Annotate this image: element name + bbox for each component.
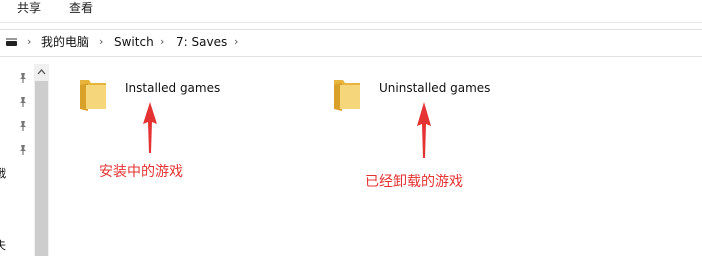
breadcrumb-separator[interactable]: › [27, 35, 31, 49]
breadcrumb-switch[interactable]: Switch [114, 34, 154, 50]
breadcrumb-separator[interactable]: › [160, 35, 164, 49]
pin-icon[interactable] [18, 72, 28, 84]
folder-name-uninstalled[interactable]: Uninstalled games [379, 80, 490, 96]
annotation-uninstalled: 已经卸载的游戏 [365, 174, 463, 190]
breadcrumb-my-computer[interactable]: 我的电脑 [41, 34, 89, 50]
arrow-up-icon [143, 102, 157, 153]
annotation-installing: 安装中的游戏 [99, 164, 183, 180]
folder-icon[interactable] [332, 77, 362, 111]
nav-item-fragment[interactable]: 夫 [0, 240, 6, 252]
arrow-up-icon [417, 102, 431, 158]
tab-share[interactable]: 共享 [17, 0, 41, 16]
ribbon-tabs: 共享 查看 [0, 0, 702, 18]
breadcrumb-separator[interactable]: › [234, 35, 238, 49]
breadcrumb-separator[interactable]: › [99, 35, 103, 49]
tab-view[interactable]: 查看 [69, 0, 93, 16]
drive-icon [6, 38, 17, 46]
pin-icon[interactable] [18, 120, 28, 132]
address-bar[interactable]: › 我的电脑 › Switch › 7: Saves › [0, 29, 702, 57]
nav-item-fragment[interactable]: 戦 [0, 168, 6, 180]
pin-icon[interactable] [18, 144, 28, 156]
breadcrumb-saves[interactable]: 7: Saves [176, 34, 227, 50]
ribbon-divider [0, 22, 702, 23]
folder-icon[interactable] [78, 77, 108, 111]
folder-name-installed[interactable]: Installed games [125, 80, 220, 96]
nav-scrollbar[interactable] [34, 64, 49, 256]
scroll-up-arrow-icon[interactable] [34, 64, 49, 80]
scroll-thumb[interactable] [35, 81, 48, 256]
pin-icon[interactable] [18, 96, 28, 108]
